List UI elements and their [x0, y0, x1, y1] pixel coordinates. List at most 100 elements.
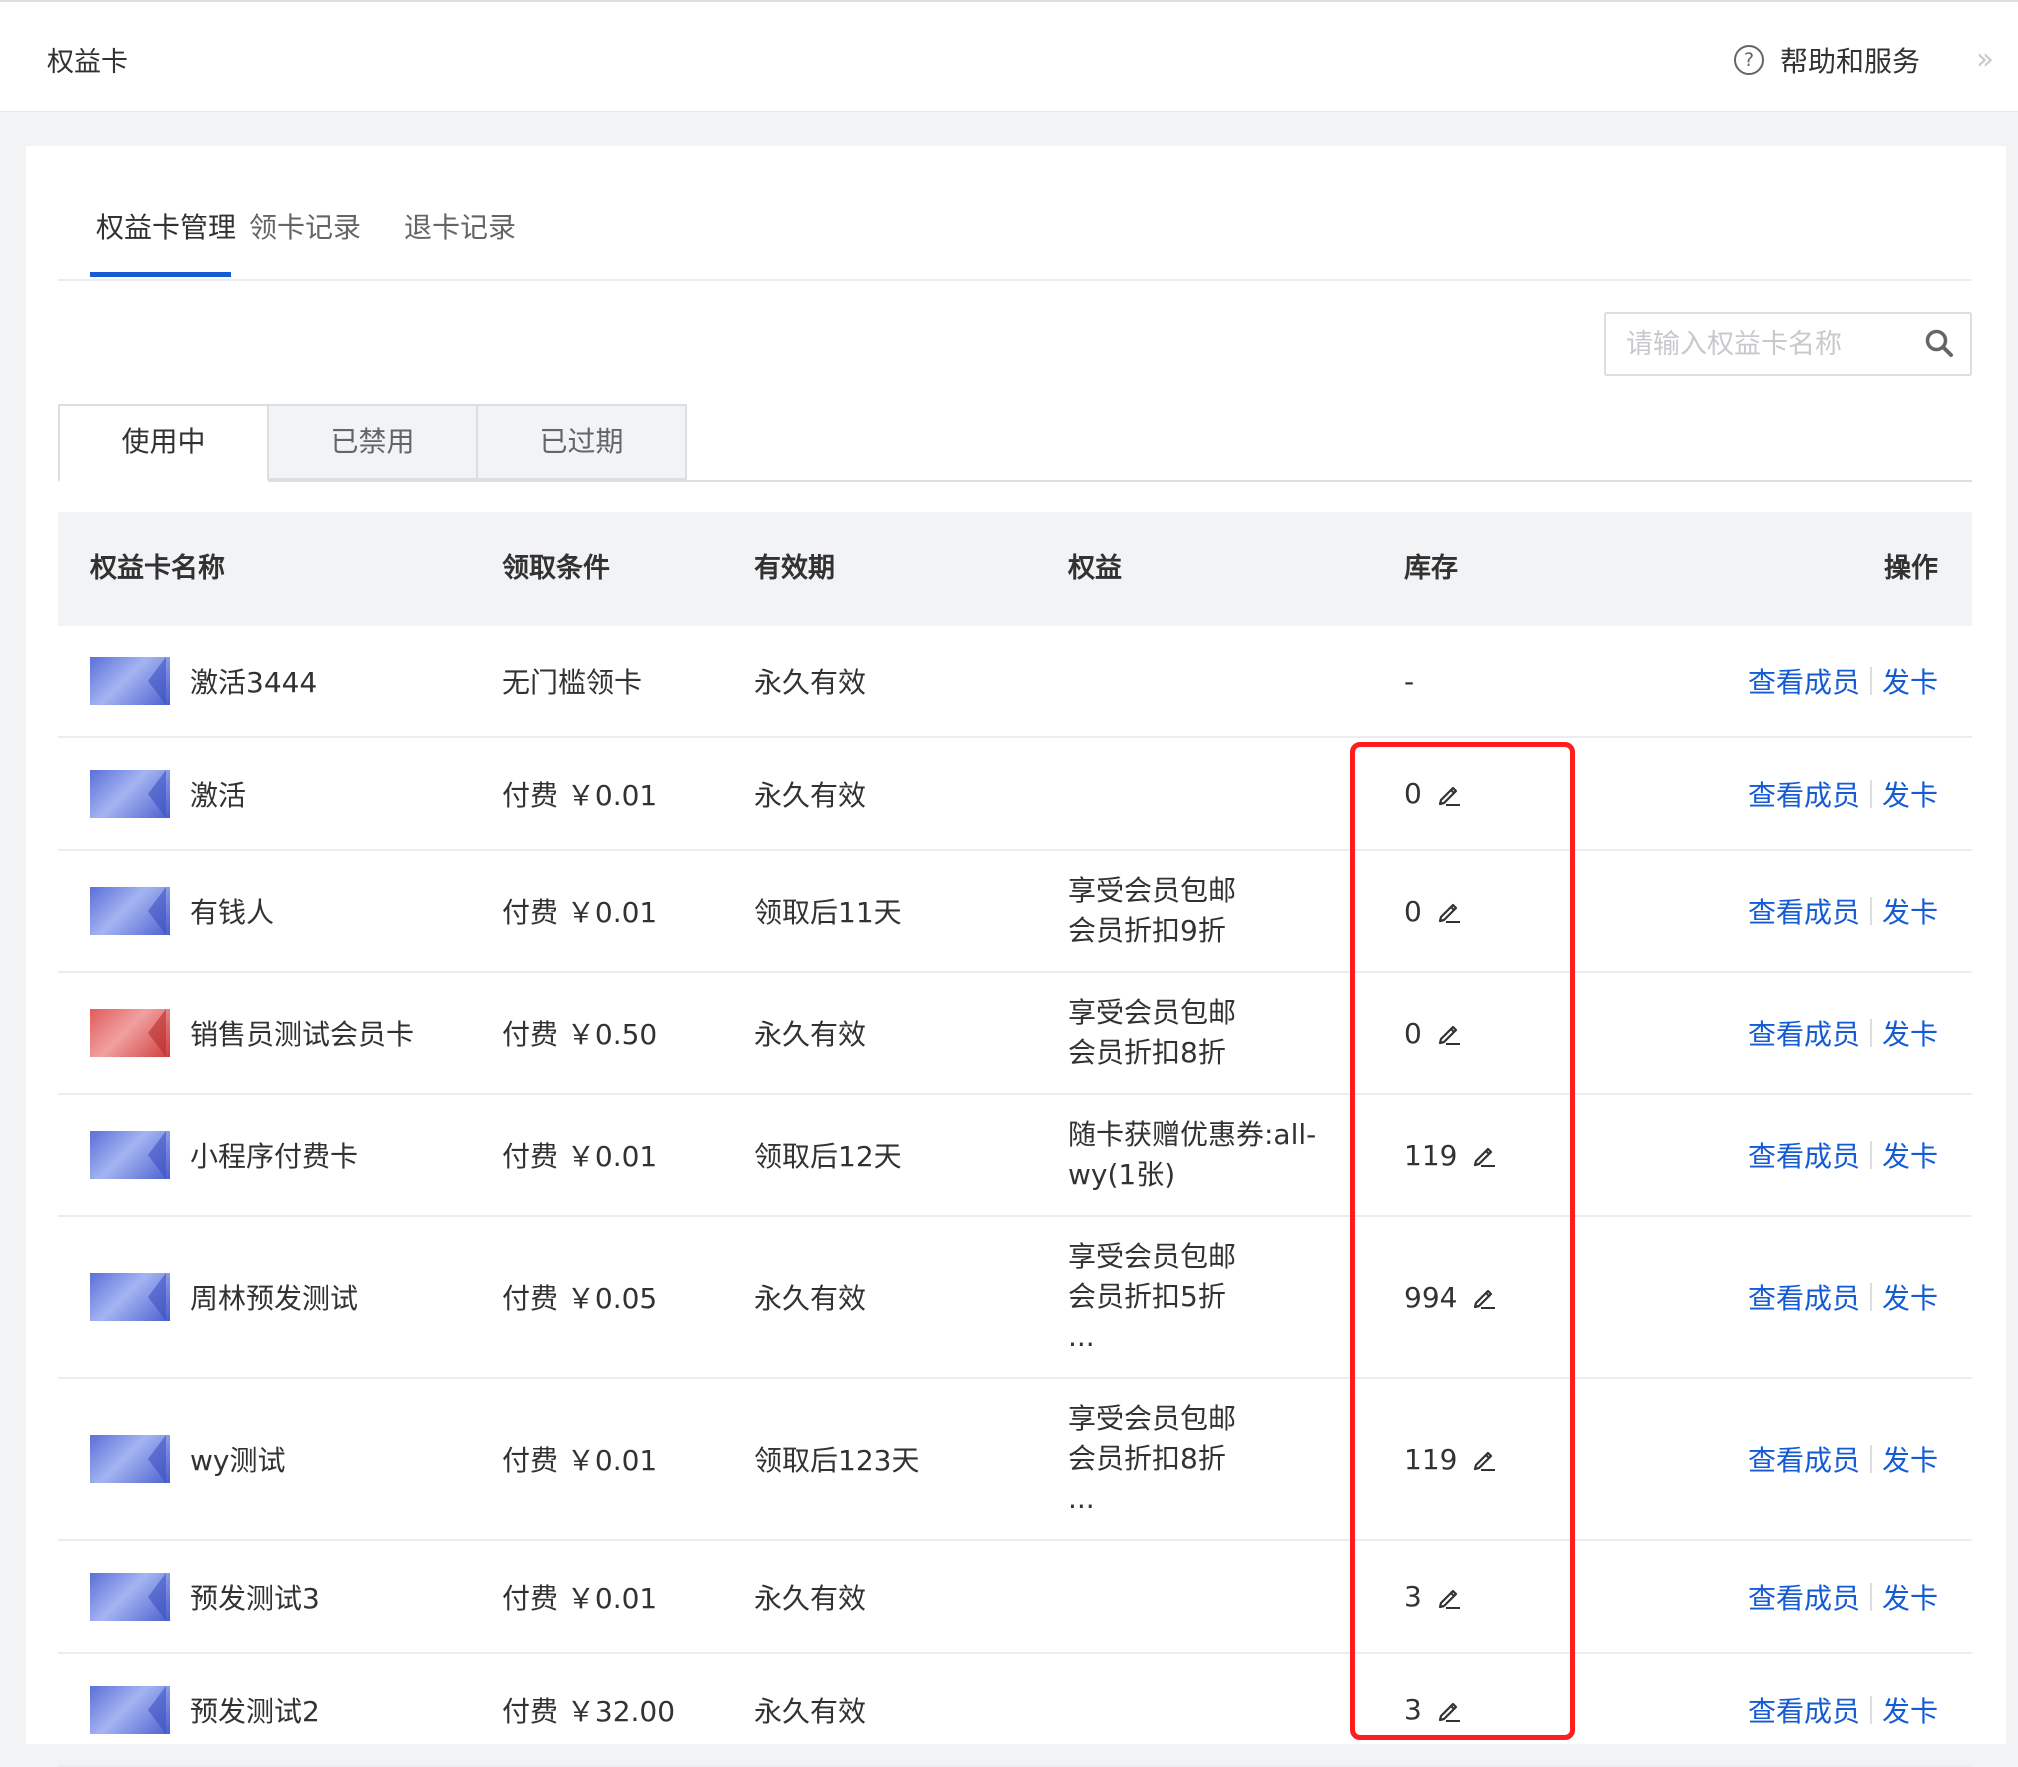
issue-card-link[interactable]: 发卡	[1882, 1277, 1938, 1317]
card-name-cell: 预发测试3	[90, 1541, 320, 1652]
card-name: 预发测试3	[190, 1581, 320, 1615]
help-service-link[interactable]: ? 帮助和服务	[1734, 40, 1920, 80]
pencil-edit-icon[interactable]	[1471, 1446, 1497, 1472]
benefit-line: 会员折扣8折	[1068, 1442, 1226, 1475]
main-tabs: 权益卡管理 领卡记录 退卡记录	[58, 146, 1972, 281]
status-tab-disabled[interactable]: 已禁用	[267, 404, 478, 480]
card-thumbnail	[90, 769, 170, 818]
table-row: 预发测试2 付费 ￥32.00 永久有效 3 查看成员 发卡	[58, 1654, 1972, 1767]
view-members-link[interactable]: 查看成员	[1748, 1577, 1860, 1617]
benefits-cell	[1068, 626, 1328, 736]
table-row: wy测试 付费 ￥0.01 领取后123天 享受会员包邮 会员折扣8折... 11…	[58, 1379, 1972, 1541]
card-name-cell: 激活3444	[90, 626, 317, 736]
stock-value: 994	[1404, 1280, 1458, 1314]
tab-claim-records[interactable]: 领卡记录	[249, 206, 361, 246]
issue-card-link[interactable]: 发卡	[1882, 774, 1938, 814]
stock-value: -	[1404, 664, 1415, 698]
card-name-cell: wy测试	[90, 1379, 285, 1539]
card-name-cell: 预发测试2	[90, 1654, 320, 1765]
issue-card-link[interactable]: 发卡	[1882, 661, 1938, 701]
benefits-cell: 随卡获赠优惠券:all-wy(1张)	[1068, 1095, 1328, 1215]
validity-cell: 永久有效	[754, 1581, 867, 1615]
condition-cell: 付费 ￥0.01	[502, 1140, 658, 1173]
issue-card-link[interactable]: 发卡	[1882, 1439, 1938, 1479]
stock-value: 0	[1404, 894, 1422, 928]
card-name: wy测试	[190, 1444, 286, 1477]
card-name: 有钱人	[190, 896, 275, 929]
condition-cell: 付费 ￥0.50	[502, 1018, 658, 1051]
column-header-benefits: 权益	[1068, 553, 1122, 584]
view-members-link[interactable]: 查看成员	[1748, 891, 1860, 931]
actions-cell: 查看成员 发卡	[1748, 973, 1938, 1093]
page-title: 权益卡	[47, 47, 128, 78]
stock-value: 3	[1404, 1580, 1422, 1613]
issue-card-link[interactable]: 发卡	[1882, 1690, 1938, 1730]
search-icon[interactable]	[1924, 328, 1954, 358]
benefits-cell: 享受会员包邮 会员折扣8折	[1068, 973, 1328, 1093]
benefit-line: 随卡获赠优惠券:all-	[1068, 1118, 1317, 1151]
view-members-link[interactable]: 查看成员	[1748, 1439, 1860, 1479]
stock-value: 0	[1404, 1016, 1422, 1050]
pencil-edit-icon[interactable]	[1436, 1584, 1462, 1610]
column-header-validity: 有效期	[754, 553, 835, 584]
validity-cell: 永久有效	[754, 778, 867, 812]
table-row: 小程序付费卡 付费 ￥0.01 领取后12天 随卡获赠优惠券:all-wy(1张…	[58, 1095, 1972, 1217]
table-row: 激活3444 无门槛领卡 永久有效 - 查看成员 发卡	[58, 626, 1972, 738]
search-box	[1604, 312, 1972, 376]
card-thumbnail	[90, 1273, 170, 1321]
validity-cell: 领取后123天	[754, 1444, 920, 1477]
pencil-edit-icon[interactable]	[1436, 1697, 1462, 1723]
view-members-link[interactable]: 查看成员	[1748, 1013, 1860, 1053]
card-name: 激活3444	[190, 666, 318, 699]
view-members-link[interactable]: 查看成员	[1748, 774, 1860, 814]
card-name-cell: 周林预发测试	[90, 1217, 358, 1377]
view-members-link[interactable]: 查看成员	[1748, 1135, 1860, 1175]
search-input[interactable]	[1606, 314, 1916, 374]
action-divider	[1869, 897, 1872, 925]
status-tab-in-use[interactable]: 使用中	[58, 404, 269, 482]
tab-card-management[interactable]: 权益卡管理	[96, 206, 236, 246]
validity-cell: 永久有效	[754, 666, 867, 699]
benefit-line: 享受会员包邮	[1068, 996, 1237, 1029]
stock-cell: 119	[1404, 1095, 1497, 1215]
issue-card-link[interactable]: 发卡	[1882, 891, 1938, 931]
column-header-name: 权益卡名称	[90, 553, 225, 584]
tab-return-records[interactable]: 退卡记录	[404, 206, 516, 246]
issue-card-link[interactable]: 发卡	[1882, 1577, 1938, 1617]
actions-cell: 查看成员 发卡	[1748, 1217, 1938, 1377]
top-bar: 权益卡 ? 帮助和服务 ››	[0, 0, 2018, 112]
benefits-cell	[1068, 1654, 1328, 1765]
view-members-link[interactable]: 查看成员	[1748, 661, 1860, 701]
action-divider	[1869, 1283, 1872, 1311]
table-row: 周林预发测试 付费 ￥0.05 永久有效 享受会员包邮 会员折扣5折... 994…	[58, 1217, 1972, 1379]
pencil-edit-icon[interactable]	[1436, 898, 1462, 924]
status-tab-expired[interactable]: 已过期	[476, 404, 687, 480]
view-members-link[interactable]: 查看成员	[1748, 1277, 1860, 1317]
help-service-label: 帮助和服务	[1780, 45, 1921, 78]
stock-value: 119	[1404, 1442, 1458, 1476]
issue-card-link[interactable]: 发卡	[1882, 1013, 1938, 1053]
action-divider	[1869, 1695, 1872, 1724]
validity-cell: 永久有效	[754, 1694, 867, 1728]
card-name: 激活	[190, 778, 247, 812]
card-name-cell: 有钱人	[90, 851, 274, 971]
stock-cell: 0	[1404, 973, 1462, 1093]
pencil-edit-icon[interactable]	[1471, 1284, 1497, 1310]
actions-cell: 查看成员 发卡	[1748, 738, 1938, 849]
issue-card-link[interactable]: 发卡	[1882, 1135, 1938, 1175]
stock-cell: 3	[1404, 1541, 1462, 1652]
actions-cell: 查看成员 发卡	[1748, 1095, 1938, 1215]
table-header: 权益卡名称 领取条件 有效期 权益 库存 操作	[58, 512, 1972, 626]
double-chevron-right-icon[interactable]: ››	[1976, 42, 1994, 77]
benefits-cell: 享受会员包邮 会员折扣8折...	[1068, 1379, 1328, 1539]
pencil-edit-icon[interactable]	[1436, 781, 1462, 807]
condition-cell: 付费 ￥0.05	[502, 1282, 658, 1315]
condition-cell: 付费 ￥0.01	[502, 1581, 658, 1615]
actions-cell: 查看成员 发卡	[1748, 1654, 1938, 1765]
pencil-edit-icon[interactable]	[1436, 1020, 1462, 1046]
column-header-actions: 操作	[1884, 553, 1938, 584]
view-members-link[interactable]: 查看成员	[1748, 1690, 1860, 1730]
benefits-cell	[1068, 738, 1328, 849]
pencil-edit-icon[interactable]	[1471, 1142, 1497, 1168]
card-thumbnail	[90, 887, 170, 935]
